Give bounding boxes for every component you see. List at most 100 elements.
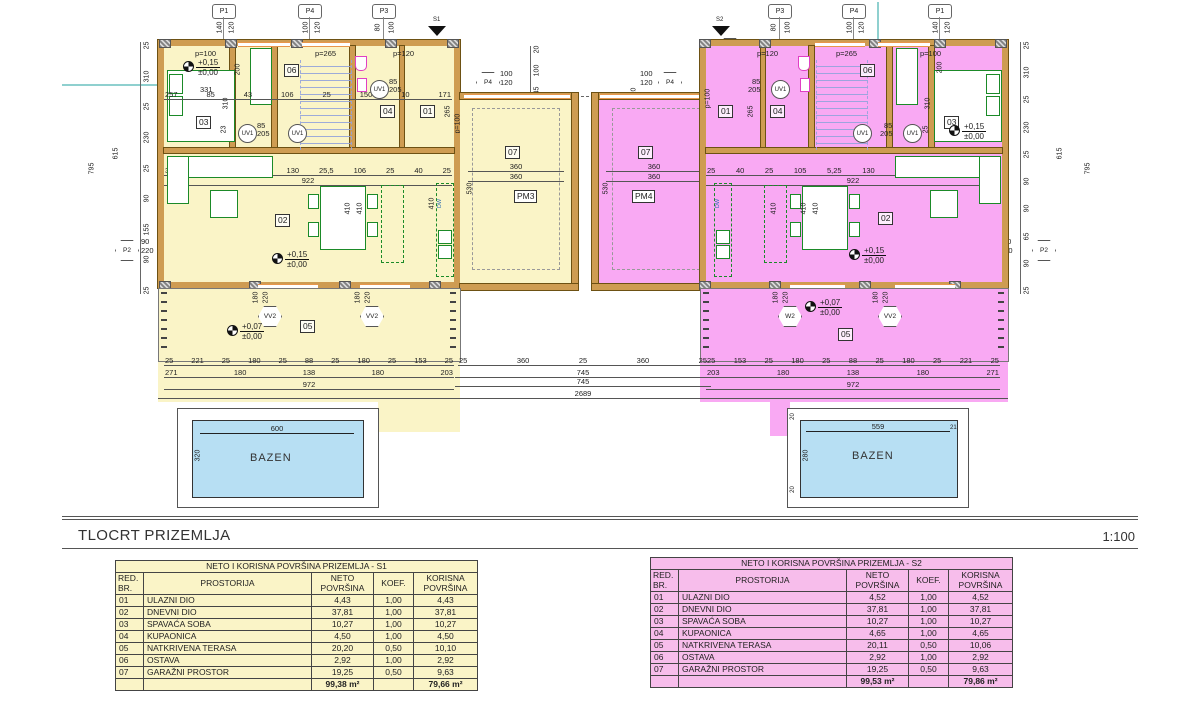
dimension-value: 65 — [1023, 232, 1030, 240]
sofa — [979, 156, 1001, 204]
dimension-value: 360 — [516, 356, 531, 365]
dimension-value: 795 — [1084, 163, 1091, 175]
parking-label-pm4: PM4 — [632, 190, 655, 203]
total-korisna: 79,86 m² — [949, 676, 1013, 688]
table-row: 07GARAŽNI PROSTOR19,250,509,63 — [651, 664, 1013, 676]
table-total-row: 99,38 m² 79,66 m² — [116, 679, 478, 691]
garage-wall — [592, 284, 710, 290]
pool-dimension: 600 — [200, 424, 354, 434]
dimension-value: 90 — [143, 195, 150, 203]
table-cell: 4,43 — [414, 595, 478, 607]
pool-dimension: 21 — [950, 424, 957, 432]
table-cell: SPAVAĆA SOBA — [679, 616, 847, 628]
table-cell: 07 — [651, 664, 679, 676]
table-row: 03SPAVAĆA SOBA10,271,0010,27 — [116, 619, 478, 631]
dimension-value: 615 — [1056, 148, 1063, 160]
dimension-value: 40 — [735, 166, 745, 175]
table-cell: 20,20 — [312, 643, 374, 655]
dimension-value: 25,5 — [318, 166, 335, 175]
table-cell: 9,63 — [949, 664, 1013, 676]
column-header: KOEF. — [909, 570, 949, 592]
dimension-value: 25 — [578, 356, 588, 365]
dimension-value: 410 — [344, 203, 351, 215]
dimension-value: 25 — [922, 126, 929, 134]
dimension-value: 25 — [1023, 96, 1030, 104]
table-cell: ULAZNI DIO — [144, 595, 312, 607]
table-cell: GARAŽNI PROSTOR — [679, 664, 847, 676]
section-label: S2 — [716, 16, 723, 24]
dimension-value: 90 — [141, 238, 149, 246]
table-cell: OSTAVA — [144, 655, 312, 667]
table-title: NETO I KORISNA POVRŠINA PRIZEMLJA - S2 — [651, 558, 1013, 570]
dimension-value: 205 — [880, 130, 893, 138]
table-cell: 19,25 — [312, 667, 374, 679]
room-label-06: 06 — [284, 64, 299, 77]
garage-door — [464, 94, 570, 99]
table-cell: 2,92 — [949, 652, 1013, 664]
kitchen-island — [381, 185, 404, 263]
dimension-value: 205 — [748, 86, 761, 94]
sink — [800, 78, 810, 92]
table-row: 05NATKRIVENA TERASA20,110,5010,06 — [651, 640, 1013, 652]
garage-wall — [592, 93, 598, 290]
dimension-value: 200 — [936, 62, 943, 74]
pool-label: BAZEN — [250, 452, 292, 464]
dining-table — [802, 186, 848, 250]
area-table-s1: NETO I KORISNA POVRŠINA PRIZEMLJA - S1 R… — [115, 560, 478, 691]
marker-p4-hexagon: P4 — [476, 72, 500, 93]
dimension-value: 106 — [280, 90, 295, 99]
parking-label-pm3: PM3 — [514, 190, 537, 203]
room-label-04: 04 — [770, 105, 785, 118]
table-cell: 2,92 — [312, 655, 374, 667]
dimension-value: 120 — [500, 79, 513, 87]
pool-dimension: 20 — [790, 413, 797, 420]
window — [815, 42, 865, 47]
table-cell: 1,00 — [909, 628, 949, 640]
table-cell: 10,27 — [312, 619, 374, 631]
toilet — [355, 56, 367, 71]
table-cell: ULAZNI DIO — [679, 592, 847, 604]
dimension-value: 265 — [747, 106, 754, 118]
chair — [849, 194, 860, 209]
dimension-value: 25 — [143, 164, 150, 172]
terrace-edge-hatch — [450, 292, 456, 354]
section-marker-icon — [428, 26, 446, 36]
marker-p4-hexagon: P4 — [658, 72, 682, 93]
kitchen-appliance — [716, 245, 730, 259]
interior-wall — [761, 46, 765, 153]
table-cell: 1,00 — [909, 616, 949, 628]
dimension-value: 120 — [858, 22, 865, 34]
dimension-value: 85 — [205, 90, 215, 99]
elevation-symbol-icon — [183, 61, 194, 72]
dimension-value: 410 — [356, 203, 363, 215]
parapet-label: p=265 — [315, 50, 336, 58]
column-header: KORISNA POVRŠINA — [414, 573, 478, 595]
table-cell: 1,00 — [374, 607, 414, 619]
table-cell: 37,81 — [312, 607, 374, 619]
column-header: PROSTORIJA — [679, 570, 847, 592]
room-label-02: 02 — [275, 214, 290, 227]
dishwasher-label: DW — [437, 199, 444, 208]
guide-line — [877, 2, 879, 40]
dimension-value: 180 — [252, 292, 259, 304]
area-table-s2: NETO I KORISNA POVRŠINA PRIZEMLJA - S2 R… — [650, 557, 1013, 688]
window — [302, 42, 350, 47]
dimension-value: 138 — [302, 368, 317, 377]
dimension-value: 100 — [784, 22, 791, 34]
dimension-value: 25 — [330, 356, 340, 365]
section-marker-icon — [712, 26, 730, 36]
dimension-value: 25 — [143, 287, 150, 295]
coffee-table — [210, 190, 238, 218]
dimension-value: 100 — [302, 22, 309, 34]
dimension-value: 25 — [1023, 287, 1030, 295]
divider-line — [62, 516, 1138, 517]
wall-pier — [292, 40, 302, 47]
dimension-value: 80 — [374, 24, 381, 32]
dimension-value: 25 — [932, 356, 942, 365]
dimension-value: 180 — [354, 292, 361, 304]
dimension-value: 140 — [216, 22, 223, 34]
dimension-value: 200 — [234, 64, 241, 76]
divider-line — [62, 519, 1138, 520]
dimension-value: 43 — [243, 90, 253, 99]
axis-flag-p1: P1 — [212, 4, 236, 19]
